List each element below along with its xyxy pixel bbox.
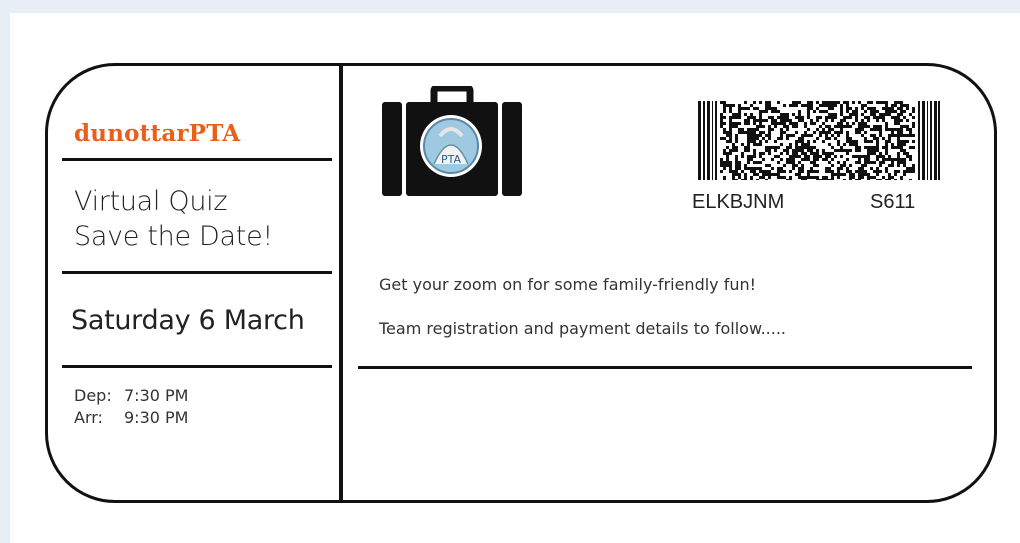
- barcode-icon: [698, 101, 940, 180]
- seat-code: S611: [870, 191, 916, 213]
- brand-title: dunottarPTA: [74, 120, 241, 147]
- departure-time: 7:30 PM: [124, 386, 189, 405]
- event-title-line-2: Save the Date!: [74, 221, 273, 252]
- booking-code: ELKBJNM: [692, 191, 785, 213]
- suitcase-icon: PTA: [382, 86, 522, 196]
- event-title-line-1: Virtual Quiz: [74, 186, 228, 217]
- stub-divider-1: [62, 158, 332, 161]
- message-line-1: Get your zoom on for some family-friendl…: [379, 275, 757, 294]
- event-date: Saturday 6 March: [71, 305, 305, 336]
- arrival-time: 9:30 PM: [124, 408, 189, 427]
- arrival-row: Arr: 9:30 PM: [74, 408, 188, 427]
- departure-label: Dep:: [74, 386, 112, 405]
- main-divider: [358, 366, 972, 369]
- stub-divider-2: [62, 271, 332, 274]
- ticket-stub-divider: [339, 63, 343, 503]
- logo-text: PTA: [441, 153, 461, 166]
- message-line-2: Team registration and payment details to…: [379, 319, 787, 338]
- stub-divider-3: [62, 365, 332, 368]
- arrival-label: Arr:: [74, 408, 103, 427]
- departure-row: Dep: 7:30 PM: [74, 386, 188, 405]
